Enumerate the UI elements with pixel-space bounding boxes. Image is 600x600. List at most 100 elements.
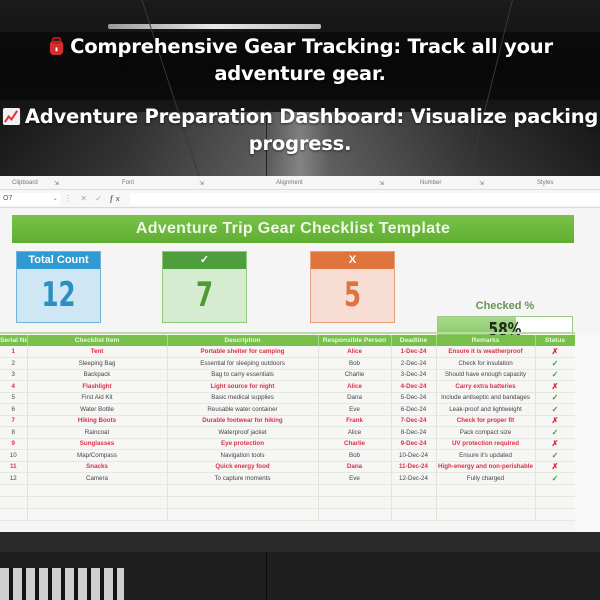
cell-status[interactable]: ✗ [535, 438, 576, 450]
empty-cell[interactable] [0, 484, 28, 497]
ribbon-group-number[interactable]: Number [420, 180, 441, 186]
cell-serial[interactable]: 9 [0, 438, 28, 450]
cell-remarks[interactable]: Carry extra batteries [436, 380, 536, 393]
cell-person[interactable]: Dana [318, 461, 392, 473]
cell-status[interactable]: ✓ [535, 357, 576, 370]
cell-remarks[interactable]: Check for proper fit [436, 415, 536, 427]
column-header-status[interactable]: Status [535, 335, 576, 346]
cell-deadline[interactable]: 4-Dec-24 [391, 380, 437, 393]
cell-deadline[interactable]: 8-Dec-24 [391, 426, 437, 439]
cell-remarks[interactable]: UV protection required [436, 438, 536, 450]
enter-icon[interactable]: ✓ [95, 194, 105, 203]
cell-serial[interactable]: 11 [0, 461, 28, 473]
cell-serial[interactable]: 5 [0, 392, 28, 404]
cell-status[interactable]: ✓ [535, 403, 576, 416]
cell-serial[interactable]: 4 [0, 380, 28, 393]
cell-remarks[interactable]: High-energy and non-perishable [436, 461, 536, 473]
cell-serial[interactable]: 6 [0, 403, 28, 416]
cell-remarks[interactable]: Ensure it's updated [436, 449, 536, 462]
ribbon-group-styles[interactable]: Styles [537, 180, 553, 186]
cell-description[interactable]: Navigation tools [167, 449, 319, 462]
empty-cell[interactable] [436, 508, 536, 521]
dialog-launcher-icon[interactable]: ⇲ [54, 180, 59, 187]
cell-remarks[interactable]: Pack compact size [436, 426, 536, 439]
empty-cell[interactable] [318, 496, 392, 509]
cell-remarks[interactable]: Include antiseptic and bandages [436, 392, 536, 404]
empty-cell[interactable] [391, 496, 437, 509]
chevron-down-icon[interactable]: ⌄ [52, 193, 58, 205]
cell-description[interactable]: Basic medical supplies [167, 392, 319, 404]
ribbon-group-clipboard[interactable]: Clipboard [12, 180, 38, 186]
cell-status[interactable]: ✗ [535, 461, 576, 473]
cell-item[interactable]: Raincoat [27, 426, 168, 439]
empty-cell[interactable] [167, 496, 319, 509]
column-header-serial[interactable]: Serial No. [0, 335, 28, 346]
cell-item[interactable]: Camera [27, 472, 168, 485]
column-header-deadline[interactable]: Deadline [391, 335, 437, 346]
empty-cell[interactable] [318, 484, 392, 497]
column-header-remarks[interactable]: Remarks [436, 335, 536, 346]
cell-person[interactable]: Frank [318, 415, 392, 427]
cell-person[interactable]: Eve [318, 403, 392, 416]
cell-item[interactable]: Sunglasses [27, 438, 168, 450]
cell-serial[interactable]: 3 [0, 369, 28, 381]
cell-deadline[interactable]: 2-Dec-24 [391, 357, 437, 370]
cell-deadline[interactable]: 1-Dec-24 [391, 346, 437, 358]
empty-cell[interactable] [535, 496, 576, 509]
cell-item[interactable]: Hiking Boots [27, 415, 168, 427]
cell-deadline[interactable]: 11-Dec-24 [391, 461, 437, 473]
cell-status[interactable]: ✓ [535, 449, 576, 462]
cell-remarks[interactable]: Ensure it is weatherproof [436, 346, 536, 358]
empty-cell[interactable] [167, 484, 319, 497]
cell-person[interactable]: Dana [318, 392, 392, 404]
cell-description[interactable]: Bag to carry essentials [167, 369, 319, 381]
column-header-person[interactable]: Responsible Person [318, 335, 392, 346]
cell-item[interactable]: Snacks [27, 461, 168, 473]
cell-description[interactable]: To capture moments [167, 472, 319, 485]
empty-cell[interactable] [27, 484, 168, 497]
ribbon-group-font[interactable]: Font [122, 180, 134, 186]
cell-serial[interactable]: 7 [0, 415, 28, 427]
cell-description[interactable]: Eye protection [167, 438, 319, 450]
empty-cell[interactable] [0, 508, 28, 521]
cell-status[interactable]: ✓ [535, 369, 576, 381]
cell-status[interactable]: ✗ [535, 346, 576, 358]
cell-person[interactable]: Eve [318, 472, 392, 485]
cell-status[interactable]: ✗ [535, 415, 576, 427]
cell-serial[interactable]: 2 [0, 357, 28, 370]
empty-cell[interactable] [535, 484, 576, 497]
column-header-item[interactable]: Checklist Item [27, 335, 168, 346]
cell-item[interactable]: Backpack [27, 369, 168, 381]
cell-deadline[interactable]: 3-Dec-24 [391, 369, 437, 381]
empty-cell[interactable] [436, 484, 536, 497]
empty-cell[interactable] [391, 508, 437, 521]
cell-status[interactable]: ✗ [535, 380, 576, 393]
cell-description[interactable]: Reusable water container [167, 403, 319, 416]
cell-serial[interactable]: 10 [0, 449, 28, 462]
more-options-icon[interactable]: ⋮ [64, 194, 75, 203]
empty-cell[interactable] [0, 496, 28, 509]
cell-person[interactable]: Charlie [318, 438, 392, 450]
empty-cell[interactable] [167, 508, 319, 521]
cell-description[interactable]: Durable footwear for hiking [167, 415, 319, 427]
cell-person[interactable]: Alice [318, 380, 392, 393]
cell-deadline[interactable]: 9-Dec-24 [391, 438, 437, 450]
cell-serial[interactable]: 1 [0, 346, 28, 358]
empty-cell[interactable] [27, 496, 168, 509]
name-box[interactable]: O7 ⌄ [0, 193, 60, 205]
cell-remarks[interactable]: Check for insulation [436, 357, 536, 370]
cell-item[interactable]: Map/Compass [27, 449, 168, 462]
empty-cell[interactable] [436, 496, 536, 509]
cell-item[interactable]: Sleeping Bag [27, 357, 168, 370]
cell-deadline[interactable]: 6-Dec-24 [391, 403, 437, 416]
empty-cell[interactable] [535, 508, 576, 521]
cell-description[interactable]: Essential for sleeping outdoors [167, 357, 319, 370]
dialog-launcher-icon[interactable]: ⇲ [379, 180, 384, 187]
cell-description[interactable]: Light source for night [167, 380, 319, 393]
cell-status[interactable]: ✓ [535, 392, 576, 404]
cell-remarks[interactable]: Fully charged [436, 472, 536, 485]
cell-description[interactable]: Quick energy food [167, 461, 319, 473]
cell-serial[interactable]: 8 [0, 426, 28, 439]
cell-person[interactable]: Bob [318, 357, 392, 370]
dialog-launcher-icon[interactable]: ⇲ [199, 180, 204, 187]
